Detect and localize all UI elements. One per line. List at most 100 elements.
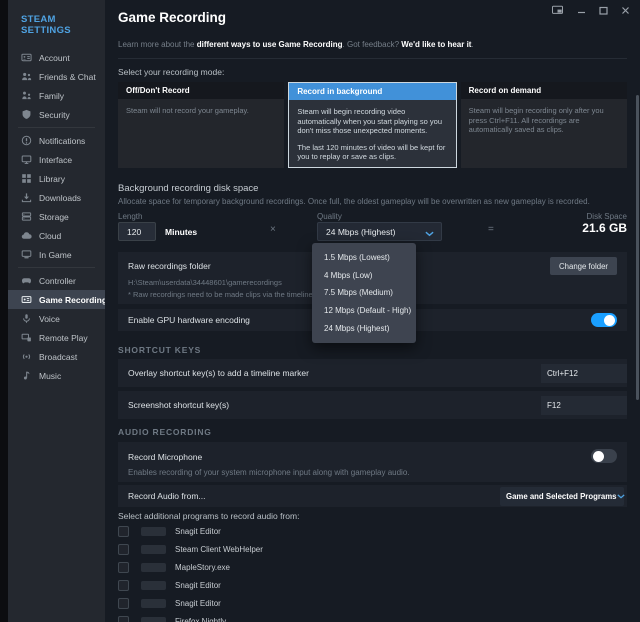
close-icon[interactable]	[621, 6, 630, 15]
quality-label: Quality	[317, 212, 342, 221]
audio-level-meter	[141, 617, 166, 622]
sidebar-item-cloud[interactable]: Cloud	[8, 226, 105, 245]
record-audio-from-select[interactable]: Game and Selected Programs	[500, 487, 624, 506]
program-checkbox[interactable]	[118, 544, 129, 555]
sidebar-item-account[interactable]: Account	[8, 48, 105, 67]
program-row: Snagit Editor	[118, 576, 627, 594]
toggle-knob	[593, 451, 604, 462]
pip-mode-icon[interactable]	[551, 5, 564, 15]
notification-icon	[21, 135, 32, 146]
friends-icon	[21, 71, 32, 82]
sidebar-item-notifications[interactable]: Notifications	[8, 131, 105, 150]
microphone-icon	[21, 313, 32, 324]
audio-level-meter	[141, 563, 166, 572]
sidebar-item-in-game[interactable]: In Game	[8, 245, 105, 264]
id-card-icon	[21, 52, 32, 63]
window-left-edge	[0, 0, 8, 622]
equals-symbol: =	[488, 224, 494, 235]
record-audio-from-label: Record Audio from...	[128, 491, 205, 501]
program-checkbox[interactable]	[118, 616, 129, 622]
sidebar-title: STEAM SETTINGS	[8, 14, 105, 36]
mode-card-off[interactable]: Off/Don't Record Steam will not record y…	[118, 82, 284, 168]
sidebar-divider	[18, 267, 95, 268]
disk-space-heading: Background recording disk space	[118, 183, 627, 194]
screenshot-shortcut-input[interactable]: F12	[541, 396, 627, 415]
shortcut-keys-section-header: SHORTCUT KEYS	[118, 345, 627, 355]
quality-option-medium[interactable]: 7.5 Mbps (Medium)	[312, 284, 416, 302]
quality-option-low[interactable]: 4 Mbps (Low)	[312, 267, 416, 285]
sidebar-item-label: Cloud	[39, 231, 61, 241]
sidebar-item-downloads[interactable]: Downloads	[8, 188, 105, 207]
program-row: Snagit Editor	[118, 594, 627, 612]
window-controls	[551, 5, 630, 15]
overlay-shortcut-row: Overlay shortcut key(s) to add a timelin…	[118, 359, 627, 387]
program-checkbox[interactable]	[118, 526, 129, 537]
program-checkbox[interactable]	[118, 562, 129, 573]
sidebar-item-library[interactable]: Library	[8, 169, 105, 188]
grid-icon	[21, 173, 32, 184]
mode-card-text: Steam will begin recording only after yo…	[469, 106, 619, 135]
length-label: Length	[118, 212, 142, 221]
overlay-shortcut-label: Overlay shortcut key(s) to add a timelin…	[128, 368, 309, 378]
program-checkbox[interactable]	[118, 598, 129, 609]
sidebar-item-label: Friends & Chat	[39, 72, 96, 82]
game-recording-icon	[21, 294, 32, 305]
in-game-icon	[21, 249, 32, 260]
sidebar-item-storage[interactable]: Storage	[8, 207, 105, 226]
length-input[interactable]: 120	[118, 222, 156, 241]
scrollbar-thumb[interactable]	[636, 95, 639, 400]
program-name: Firefox Nightly	[175, 617, 226, 622]
settings-content: Game Recording Learn more about the diff…	[105, 0, 640, 622]
sidebar-item-interface[interactable]: Interface	[8, 150, 105, 169]
learn-more-link[interactable]: different ways to use Game Recording	[197, 40, 343, 49]
sidebar-item-label: Library	[39, 174, 65, 184]
quality-option-high[interactable]: 12 Mbps (Default - High)	[312, 302, 416, 320]
recording-mode-label: Select your recording mode:	[118, 67, 627, 77]
sidebar-item-label: In Game	[39, 250, 72, 260]
sidebar-item-label: Controller	[39, 276, 76, 286]
disk-space-label: Disk Space	[587, 212, 627, 221]
record-microphone-toggle[interactable]	[591, 449, 617, 463]
chevron-down-icon	[425, 229, 434, 239]
sidebar-item-game-recording[interactable]: Game Recording	[8, 290, 105, 309]
disk-space-controls: Length 120 Minutes × Quality 24 Mbps (Hi…	[118, 212, 627, 242]
sidebar-item-label: Broadcast	[39, 352, 77, 362]
length-unit: Minutes	[165, 227, 197, 237]
change-folder-button[interactable]: Change folder	[550, 257, 617, 275]
mode-card-background[interactable]: Record in background Steam will begin re…	[288, 82, 456, 168]
program-name: MapleStory.exe	[175, 563, 230, 572]
settings-sidebar: STEAM SETTINGS Account Friends & Chat Fa…	[8, 0, 105, 622]
sidebar-item-voice[interactable]: Voice	[8, 309, 105, 328]
sidebar-item-controller[interactable]: Controller	[8, 271, 105, 290]
recording-mode-cards: Off/Don't Record Steam will not record y…	[118, 82, 627, 168]
minimize-icon[interactable]	[577, 6, 586, 15]
audio-level-meter	[141, 545, 166, 554]
sidebar-item-label: Remote Play	[39, 333, 88, 343]
sidebar-item-label: Music	[39, 371, 61, 381]
shield-icon	[21, 109, 32, 120]
sidebar-item-label: Storage	[39, 212, 69, 222]
maximize-icon[interactable]	[599, 6, 608, 15]
learn-more-suffix: .	[471, 40, 473, 49]
gpu-encoding-toggle[interactable]	[591, 313, 617, 327]
sidebar-item-remote-play[interactable]: Remote Play	[8, 328, 105, 347]
sidebar-item-broadcast[interactable]: Broadcast	[8, 347, 105, 366]
chevron-down-icon	[617, 492, 625, 501]
sidebar-item-security[interactable]: Security	[8, 105, 105, 124]
sidebar-item-friends-chat[interactable]: Friends & Chat	[8, 67, 105, 86]
sidebar-divider	[18, 127, 95, 128]
overlay-shortcut-input[interactable]: Ctrl+F12	[541, 364, 627, 383]
program-checkbox[interactable]	[118, 580, 129, 591]
quality-option-lowest[interactable]: 1.5 Mbps (Lowest)	[312, 249, 416, 267]
sidebar-nav: Account Friends & Chat Family Security N…	[8, 48, 105, 385]
gpu-encoding-label: Enable GPU hardware encoding	[128, 315, 250, 325]
sidebar-item-music[interactable]: Music	[8, 366, 105, 385]
sidebar-item-family[interactable]: Family	[8, 86, 105, 105]
program-row: Firefox Nightly	[118, 612, 627, 622]
quality-select[interactable]: 24 Mbps (Highest)	[317, 222, 442, 241]
quality-option-highest[interactable]: 24 Mbps (Highest)	[312, 319, 416, 337]
feedback-link[interactable]: We'd like to hear it	[401, 40, 471, 49]
quality-dropdown-menu: 1.5 Mbps (Lowest) 4 Mbps (Low) 7.5 Mbps …	[312, 243, 416, 343]
mode-card-on-demand[interactable]: Record on demand Steam will begin record…	[461, 82, 627, 168]
program-name: Snagit Editor	[175, 581, 221, 590]
